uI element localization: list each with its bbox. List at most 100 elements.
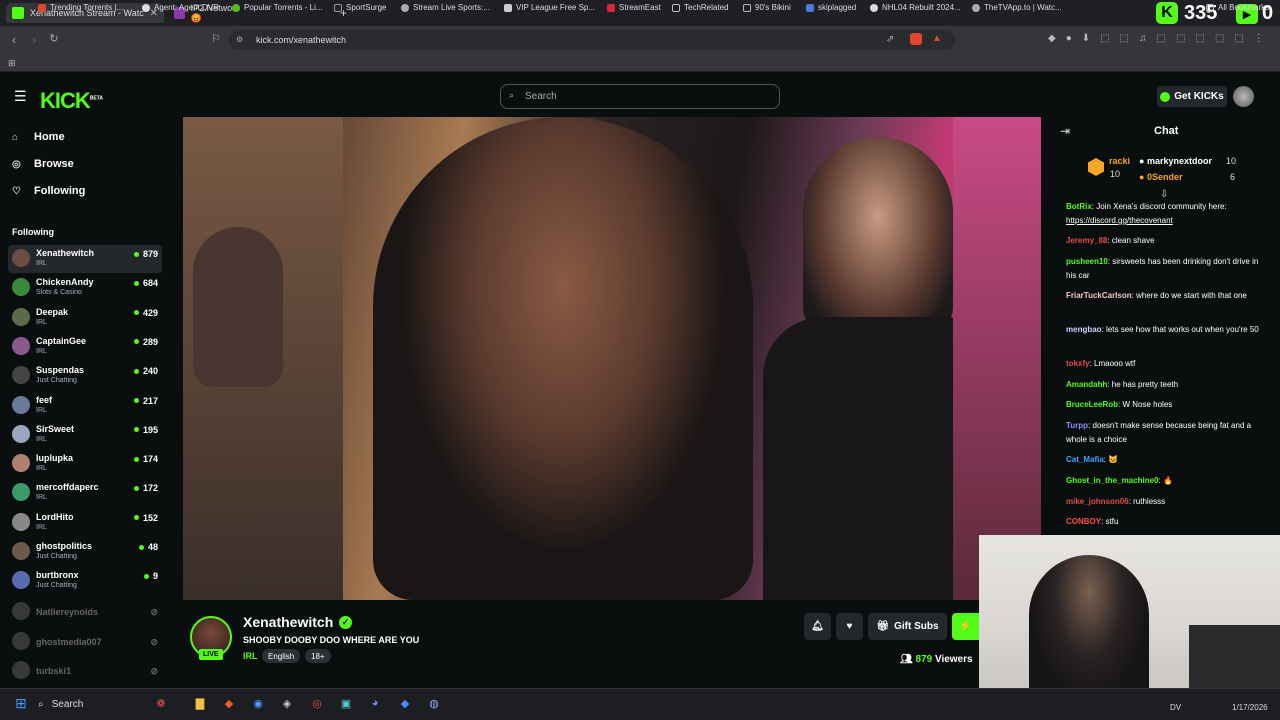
leaderboard-name[interactable]: racki	[1109, 156, 1130, 166]
more-bookmarks-icon[interactable]: »	[1173, 3, 1177, 12]
brave-shield-icon[interactable]	[910, 33, 922, 45]
sidebar-channel-item[interactable]: ChickenAndy Slots & Casino 684	[8, 274, 162, 302]
bookmark-item[interactable]: SportSurge	[334, 3, 386, 12]
channel-viewers: 152	[133, 513, 158, 523]
chat-link[interactable]: https://discord.gg/thecovenant	[1066, 216, 1173, 225]
sidebar-channel-item[interactable]: ghostmedia007 ⊘	[8, 628, 162, 656]
bookmark-item[interactable]: Stream Live Sports:...	[401, 3, 490, 12]
chat-username[interactable]: mengbao	[1066, 325, 1102, 334]
sidebar-channel-item[interactable]: ghostpolitics Just Chatting 48	[8, 538, 162, 566]
bookmark-item[interactable]: 90's Bikini	[743, 3, 791, 12]
chat-username[interactable]: BruceLeeRob	[1066, 400, 1118, 409]
taskbar-search[interactable]: ⌕ Search	[38, 694, 140, 714]
nav-browse[interactable]: ◎ Browse	[12, 158, 74, 170]
bookmark-item[interactable]: TheTVApp.to | Watc...	[972, 3, 1062, 12]
sidebar-channel-item[interactable]: SirSweet IRL 195	[8, 421, 162, 449]
nav-following[interactable]: ♡ Following	[12, 185, 85, 197]
chat-username[interactable]: BotRix	[1066, 202, 1092, 211]
video-player[interactable]	[183, 117, 1041, 600]
leaderboard-name[interactable]: ● 0Sender	[1139, 172, 1182, 182]
back-icon[interactable]: ‹	[6, 32, 22, 47]
brave-rewards-icon[interactable]: ▲	[932, 33, 942, 44]
sidebar-channel-item[interactable]: Deepak IRL 429	[8, 304, 162, 332]
sidebar-channel-item[interactable]: feef IRL 217	[8, 392, 162, 420]
tag-mature[interactable]: 18+	[305, 649, 331, 663]
chat-username[interactable]: Jeremy_88	[1066, 236, 1107, 245]
person-center	[373, 117, 753, 600]
channel-avatar	[12, 631, 30, 650]
gift-subs-button[interactable]: 🎁︎ Gift Subs	[868, 613, 947, 640]
forward-icon[interactable]: ›	[26, 32, 42, 47]
widget-icon[interactable]: ❁	[152, 694, 170, 712]
kick-logo[interactable]: KICKBETA	[40, 88, 103, 114]
chat-text: doesn't make sense because being fat and…	[1066, 421, 1252, 444]
bookmark-label: VIP League Free Sp...	[516, 3, 596, 12]
sidebar-channel-item[interactable]: Suspendas Just Chatting 240	[8, 362, 162, 390]
follow-button[interactable]: ♥	[836, 613, 863, 640]
bookmark-item[interactable]: VIP League Free Sp...	[504, 3, 595, 12]
windows-start-icon[interactable]: ⊞	[12, 694, 30, 712]
app-icon[interactable]: ◆	[396, 694, 414, 712]
sidebar-channel-item[interactable]: LordHito IRL 152	[8, 509, 162, 537]
bookmark-item[interactable]: Popular Torrents - Li...	[232, 3, 323, 12]
bookmark-item[interactable]: NHL04 Rebuilt 2024...	[870, 3, 961, 12]
discord-icon[interactable]: ◕	[366, 694, 384, 712]
bookmark-item[interactable]: Trending Torrents |...	[38, 3, 123, 12]
live-dot-icon	[133, 398, 139, 403]
chat-username[interactable]: tokxfy	[1066, 359, 1090, 368]
file-explorer-icon[interactable]: ▇	[191, 694, 209, 712]
brave-browser-icon[interactable]: ◆	[220, 694, 238, 712]
site-info-icon[interactable]: ⚙	[236, 35, 243, 44]
collapse-chat-icon[interactable]: ⇥	[1060, 124, 1070, 138]
chat-username[interactable]: CONBOY	[1066, 517, 1101, 526]
obs-icon[interactable]: ◎	[308, 694, 326, 712]
expand-leaderboard-icon[interactable]: ⇩	[1160, 189, 1168, 200]
app-icon[interactable]: ▣	[337, 694, 355, 712]
chat-username[interactable]: FriarTuckCarlson	[1066, 291, 1132, 300]
leaderboard-name[interactable]: ● markynextdoor	[1139, 156, 1212, 166]
chat-username[interactable]: Cat_Mafia	[1066, 455, 1104, 464]
chat-text: ruthlesss	[1133, 497, 1166, 506]
taskbar-date: 1/17/2026	[1232, 703, 1268, 712]
sidebar-channel-item[interactable]: burtbronx Just Chatting 9	[8, 567, 162, 595]
chat-username[interactable]: pusheen10	[1066, 257, 1108, 266]
live-dot-icon	[133, 251, 139, 257]
subscribe-button[interactable]: ⚡	[952, 613, 979, 640]
sidebar-channel-item[interactable]: turbski1 ⊘	[8, 657, 162, 685]
bookmark-item[interactable]: skiplagged	[806, 3, 856, 12]
chat-username[interactable]: Amandahh	[1066, 380, 1107, 389]
sidebar-channel-item[interactable]: CaptainGee IRL 289	[8, 333, 162, 361]
vpn-icon[interactable]: ◈	[278, 694, 296, 712]
bookmark-item[interactable]: StreamEast	[607, 3, 661, 12]
notification-button[interactable]: 🔔︎	[804, 613, 831, 640]
nav-home[interactable]: ⌂ Home	[12, 131, 65, 143]
chat-username[interactable]: Turpp	[1066, 421, 1088, 430]
extensions-toolbar[interactable]: ◆●⬇⬚⬚♫⬚⬚⬚⬚⬚⋮	[1048, 33, 1268, 47]
sidebar-channel-item[interactable]: Xenathewitch IRL 879	[8, 245, 162, 273]
search-input[interactable]: ⌕ Search	[500, 84, 780, 109]
apps-icon[interactable]: ⊞	[8, 58, 16, 69]
get-kicks-button[interactable]: Get KICKs	[1157, 86, 1227, 107]
bookmark-item[interactable]: TechRelated	[672, 3, 728, 12]
channel-name: burtbronx	[36, 570, 79, 581]
bookmark-item[interactable]: Agent: Agent DVR	[142, 3, 219, 12]
chat-username[interactable]: mike_johnson06	[1066, 497, 1129, 506]
chat-message: Cat_Mafia: 🐱	[1066, 453, 1262, 467]
chat-message: pusheen10: sirsweets has been drinking d…	[1066, 255, 1262, 283]
avatar[interactable]	[1233, 86, 1254, 107]
tag-language[interactable]: English	[262, 649, 301, 663]
chat-username[interactable]: Ghost_in_the_machine0	[1066, 476, 1158, 485]
menu-icon[interactable]: ☰	[14, 88, 27, 105]
steam-icon[interactable]: ◍	[425, 694, 443, 712]
streamer-name[interactable]: Xenathewitch	[243, 614, 333, 630]
sidebar-channel-item[interactable]: Natliereynolds ⊘	[8, 598, 162, 626]
url-bar[interactable]: kick.com/xenathewitch	[228, 30, 956, 50]
reload-icon[interactable]: ↻	[46, 32, 62, 45]
bookmark-icon[interactable]: ⚐	[208, 32, 224, 45]
stream-category[interactable]: IRL	[243, 651, 258, 661]
all-bookmarks[interactable]: All Bookmarks	[1206, 3, 1269, 12]
chrome-icon[interactable]: ◉	[249, 694, 267, 712]
sidebar-channel-item[interactable]: Iuplupka IRL 174	[8, 450, 162, 478]
share-icon[interactable]: ⇗	[886, 34, 894, 45]
sidebar-channel-item[interactable]: mercoffdaperc IRL 172	[8, 479, 162, 507]
